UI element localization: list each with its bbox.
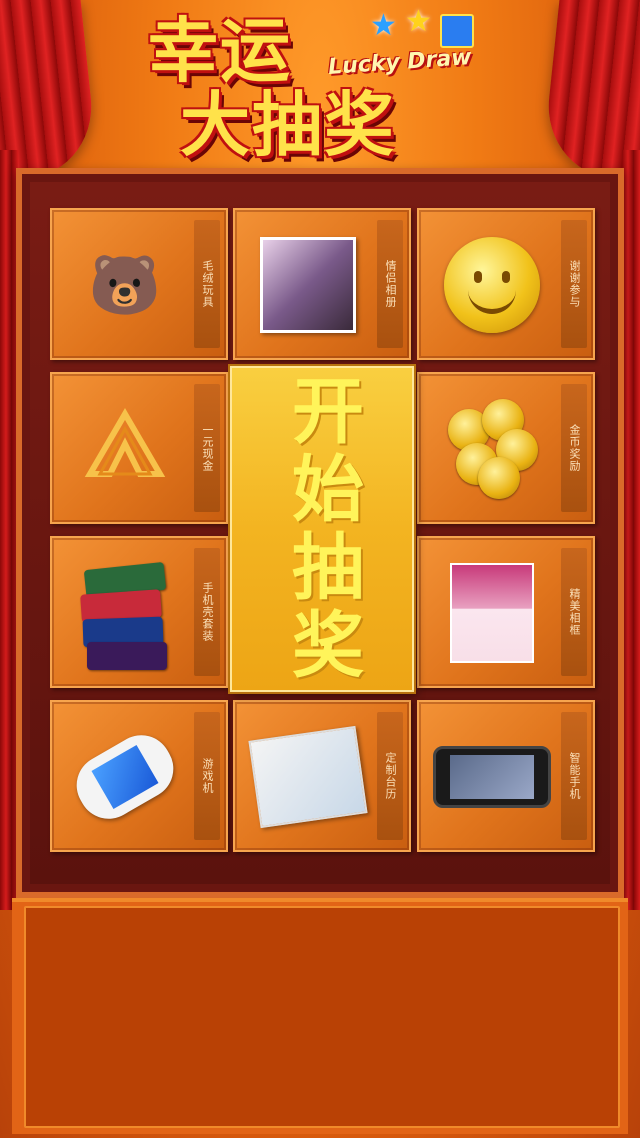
prize-cell-8[interactable]: 游戏机 (50, 700, 228, 852)
logo-icon (66, 394, 184, 504)
prize-label: 一元现金 (201, 424, 214, 472)
prize-label: 情侣相册 (384, 260, 397, 308)
prize-label: 精美相框 (568, 588, 581, 636)
right-drape (622, 150, 640, 910)
prize-cell-4[interactable]: 一元现金 (50, 372, 228, 524)
prize-cell-10[interactable]: 智能手机 (417, 700, 595, 852)
title-line-2: 大抽奖 (180, 84, 396, 166)
prize-label: 定制台历 (384, 752, 397, 800)
result-panel (24, 906, 620, 1128)
photo-album-icon (249, 230, 367, 340)
start-draw-button[interactable]: 开始抽奖 (230, 366, 414, 692)
photo-frame-icon (433, 558, 551, 668)
prize-label: 谢谢参与 (568, 260, 581, 308)
title-line-1: 幸运 (148, 10, 292, 92)
calendar-icon (248, 722, 368, 832)
game-console-icon (65, 722, 185, 832)
gift-icon (440, 14, 474, 48)
smiley-icon (433, 230, 551, 340)
prize-cell-2[interactable]: 情侣相册 (233, 208, 411, 360)
prize-label: 智能手机 (568, 752, 581, 800)
phone-case-icon (66, 558, 184, 670)
prize-label: 毛绒玩具 (201, 260, 214, 308)
prize-label: 金币奖励 (568, 424, 581, 472)
prize-cell-1[interactable]: 🐻 毛绒玩具 (50, 208, 228, 360)
title-english: Lucky Draw (327, 45, 473, 80)
prize-cell-3[interactable]: 谢谢参与 (417, 208, 595, 360)
prize-cell-6[interactable]: 手机壳套装 (50, 536, 228, 688)
coins-icon (433, 394, 551, 504)
prize-cell-5[interactable]: 金币奖励 (417, 372, 595, 524)
star-icon: ★ (405, 4, 432, 39)
smartphone-icon (433, 722, 551, 832)
prize-cell-7[interactable]: 精美相框 (417, 536, 595, 688)
prize-label: 游戏机 (201, 758, 214, 794)
star-icon: ★ (370, 8, 397, 43)
title-logo: ★ ★ 幸运 大抽奖 Lucky Draw (140, 4, 480, 178)
plush-toy-icon: 🐻 (88, 250, 162, 319)
start-draw-label: 开始抽奖 (279, 373, 364, 685)
prize-label: 手机壳套装 (201, 582, 214, 642)
prize-cell-9[interactable]: 定制台历 (233, 700, 411, 852)
